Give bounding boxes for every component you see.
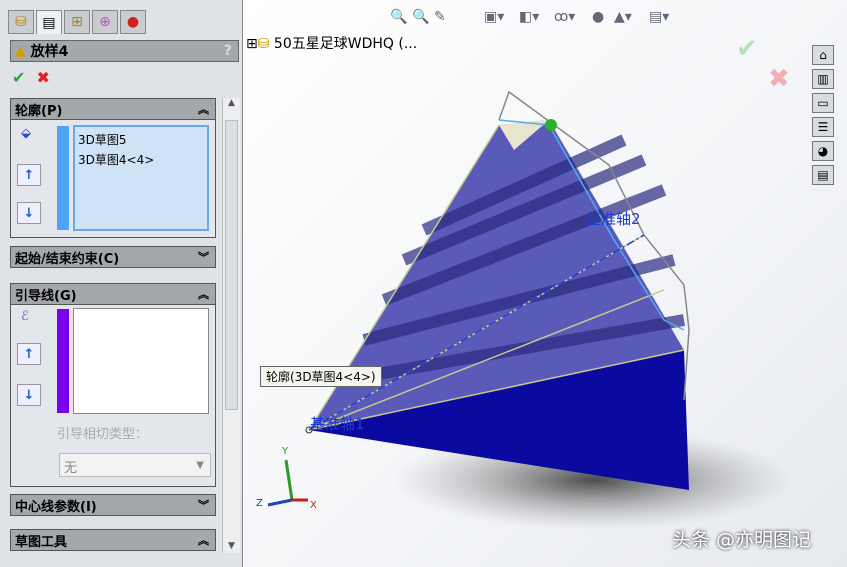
configuration-manager-tab[interactable]: ⊞ xyxy=(64,10,90,34)
triad xyxy=(267,459,308,507)
scroll-thumb[interactable] xyxy=(225,120,238,410)
model-drawing xyxy=(267,90,794,530)
tangent-type-select[interactable]: 无 ▼ xyxy=(59,453,211,477)
centerline-section-header[interactable]: 中心线参数(I) ︾ xyxy=(10,494,216,516)
ok-button[interactable]: ✔ xyxy=(12,68,25,87)
section-title: 起始/结束约束(C) xyxy=(15,251,120,267)
section-title: 中心线参数(I) xyxy=(15,499,97,515)
property-icon: ▤ xyxy=(42,14,56,31)
arrow-up-icon: ↑ xyxy=(23,346,35,362)
feature-tree-icon: ⛁ xyxy=(15,14,27,30)
crosshair-icon: ⊕ xyxy=(99,14,111,30)
guide-color-bar xyxy=(57,309,69,413)
collapse-icon: ︽ xyxy=(198,103,209,116)
guide-section: ℰ ↑ ↓ 引导相切类型： 无 ▼ xyxy=(10,305,216,487)
scroll-down-icon[interactable]: ▼ xyxy=(223,541,240,551)
sketch-tools-section-header[interactable]: 草图工具 ︽ xyxy=(10,529,216,551)
manager-tabs: ⛁ ▤ ⊞ ⊕ ● xyxy=(8,10,146,34)
loft-icon: ▲ xyxy=(15,43,26,59)
dropdown-arrow-icon: ▼ xyxy=(196,460,204,471)
move-up-button[interactable]: ↑ xyxy=(17,164,41,186)
profile-tooltip: 轮廓(3D草图4<4>) xyxy=(260,366,382,387)
feature-manager-tab[interactable]: ⛁ xyxy=(8,10,34,34)
profile-list[interactable]: 3D草图5 3D草图4<4> xyxy=(73,125,209,231)
color-wheel-icon: ● xyxy=(126,14,140,30)
start-end-section-header[interactable]: 起始/结束约束(C) ︾ xyxy=(10,246,216,268)
profile-icon: ⬙ xyxy=(21,126,31,141)
profile-section-header[interactable]: 轮廓(P) ︽ xyxy=(10,98,216,120)
list-item[interactable]: 3D草图5 xyxy=(78,130,204,150)
watermark: 头条 @亦明图记 xyxy=(672,529,812,551)
expand-icon: ︾ xyxy=(198,251,209,264)
collapse-icon: ︽ xyxy=(198,534,209,547)
guide-list[interactable] xyxy=(73,308,209,414)
configuration-icon: ⊞ xyxy=(71,14,83,30)
panel-title-text: 放样4 xyxy=(30,44,69,60)
dimxpert-tab[interactable]: ⊕ xyxy=(92,10,118,34)
section-title: 引导线(G) xyxy=(15,288,77,304)
move-down-button[interactable]: ↓ xyxy=(17,202,41,224)
select-value: 无 xyxy=(64,461,78,476)
move-up-button[interactable]: ↑ xyxy=(17,343,41,365)
arrow-down-icon: ↓ xyxy=(23,205,35,221)
list-item[interactable]: 3D草图4<4> xyxy=(78,150,204,170)
profile-color-bar xyxy=(57,126,69,230)
graphics-viewport[interactable]: 🔍 🔍 ✎ ▣▾ ◧▾ ꝏ▾ ● ▲▾ ▤▾ ⊞⛁ 50五星足球WDHQ (..… xyxy=(244,0,847,567)
display-manager-tab[interactable]: ● xyxy=(120,10,146,34)
move-down-button[interactable]: ↓ xyxy=(17,384,41,406)
property-manager-tab[interactable]: ▤ xyxy=(36,10,62,34)
panel-title: ▲ 放样4? xyxy=(10,40,239,62)
expand-icon: ︾ xyxy=(198,499,209,512)
datum-axis-1-label: 基准轴1 xyxy=(310,415,365,433)
y-axis-label: Y xyxy=(282,446,289,457)
section-title: 轮廓(P) xyxy=(15,103,63,119)
property-manager-panel: ⛁ ▤ ⊞ ⊕ ● ▲ 放样4? ✔ ✖ 轮廓(P) ︽ ⬙ ↑ ↓ 3D草图5 … xyxy=(0,0,243,567)
panel-scrollbar[interactable]: ▲ ▼ xyxy=(222,98,240,553)
z-axis-label: Z xyxy=(256,498,263,509)
tangent-type-label: 引导相切类型： xyxy=(57,427,149,442)
x-axis-label: X xyxy=(310,500,317,511)
guide-section-header[interactable]: 引导线(G) ︽ xyxy=(10,283,216,305)
arrow-down-icon: ↓ xyxy=(23,387,35,403)
profile-section: ⬙ ↑ ↓ 3D草图5 3D草图4<4> xyxy=(10,120,216,238)
section-title: 草图工具 xyxy=(15,534,68,550)
datum-axis-2-label: 基准轴2 xyxy=(586,210,641,228)
arrow-up-icon: ↑ xyxy=(23,167,35,183)
profile-point xyxy=(545,119,557,131)
cancel-button[interactable]: ✖ xyxy=(37,68,50,87)
help-button[interactable]: ? xyxy=(224,43,232,59)
scroll-up-icon[interactable]: ▲ xyxy=(223,98,240,108)
collapse-icon: ︽ xyxy=(198,288,209,301)
guide-curve-icon: ℰ xyxy=(21,309,29,324)
